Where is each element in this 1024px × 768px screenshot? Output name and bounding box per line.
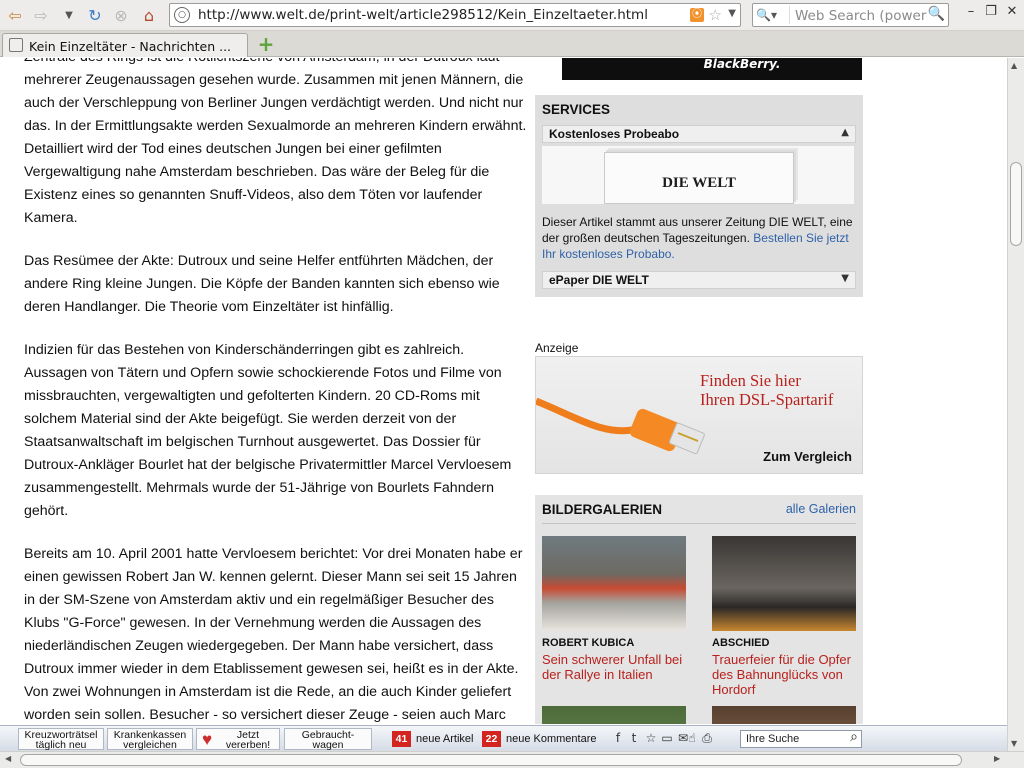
search-placeholder[interactable]: Web Search (powered (795, 8, 927, 24)
gallery-title[interactable]: Sein schwerer Unfall bei der Rallye in I… (542, 652, 687, 682)
newspaper-image[interactable]: DIE WELT (542, 146, 854, 204)
address-bar[interactable]: ○ http://www.welt.de/print-welt/article2… (169, 3, 741, 27)
vertical-scrollbar[interactable]: ▲ ▼ (1007, 58, 1024, 751)
bookmark-icon[interactable]: ▭ (661, 731, 673, 745)
print-icon[interactable]: ⎙ (701, 731, 713, 745)
gallery-item[interactable]: ROBERT KUBICA Sein schwerer Unfall bei d… (542, 536, 687, 682)
accordion-label[interactable]: Kostenloses Probeabo (549, 127, 679, 141)
gallery-kicker: ABSCHIED (712, 637, 770, 649)
dsl-ad-line2: Ihren DSL-Spartarif (700, 390, 834, 409)
gallery-image[interactable] (712, 706, 856, 724)
reload-icon[interactable]: ↻ (84, 5, 106, 25)
url-dropdown-icon[interactable]: ▼ (728, 8, 736, 19)
chevron-down-icon[interactable]: ▼ (841, 273, 849, 284)
accordion-label[interactable]: ePaper DIE WELT (549, 273, 649, 287)
new-articles-count[interactable]: 41 (392, 731, 411, 747)
scroll-up-icon[interactable]: ▲ (1011, 61, 1017, 70)
scroll-down-icon[interactable]: ▼ (1011, 739, 1017, 748)
scroll-left-icon[interactable]: ◀ (5, 754, 11, 763)
gallery-image[interactable] (542, 706, 686, 724)
gallery-heading: BILDERGALERIEN (542, 502, 663, 517)
used-cars-button[interactable]: Gebraucht- wagen (284, 728, 372, 750)
close-icon[interactable]: ✕ (1003, 3, 1021, 21)
gallery-item[interactable]: ABSCHIED Trauerfeier für die Opfer des B… (712, 536, 857, 697)
gallery-item[interactable] (542, 706, 687, 724)
ad-label: Anzeige (535, 341, 579, 355)
scrollbar-thumb[interactable] (20, 754, 962, 766)
button-line: wagen (312, 739, 344, 751)
gallery-kicker: ROBERT KUBICA (542, 637, 635, 649)
tab-title[interactable]: Kein Einzeltäter - Nachrichten ... (29, 39, 231, 54)
rss-feed-icon[interactable]: ⦿ (690, 8, 704, 22)
article-paragraph: Zentrale des Rings ist die Rotlichtszene… (24, 58, 527, 226)
welt-toolbar: Kreuzworträtsel täglich neu Krankenkasse… (0, 725, 1007, 751)
services-box: SERVICES Kostenloses Probeabo ▲ DIE WELT… (535, 95, 863, 297)
button-line: vergleichen (123, 739, 177, 751)
restore-icon[interactable]: ❐ (982, 3, 1000, 21)
newspaper-stack: DIE WELT (604, 152, 794, 204)
tab-strip: Kein Einzeltäter - Nachrichten ... + (0, 31, 1024, 57)
facebook-icon[interactable]: f (612, 731, 624, 745)
new-articles-label[interactable]: neue Artikel (416, 733, 473, 745)
bequeath-button[interactable]: ♥ Jetzt vererben! (196, 728, 280, 750)
button-line: täglich neu (35, 739, 87, 751)
blackberry-logo: BlackBerry. (703, 57, 781, 71)
welt-search-box[interactable]: Ihre Suche ⌕ (740, 729, 862, 748)
gallery-title[interactable]: Trauerfeier für die Opfer des Bahnunglüc… (712, 652, 857, 697)
services-description: Dieser Artikel stammt aus unserer Zeitun… (542, 214, 857, 262)
like-icon[interactable]: ☝ (686, 731, 698, 745)
services-heading: SERVICES (542, 102, 611, 117)
accordion-epaper[interactable]: ePaper DIE WELT ▼ (542, 271, 856, 289)
article-paragraph: Indizien für das Bestehen von Kinderschä… (24, 342, 512, 519)
welt-search-placeholder[interactable]: Ihre Suche (746, 733, 799, 745)
search-icon[interactable]: ⌕ (850, 729, 858, 745)
new-comments-count[interactable]: 22 (482, 731, 501, 747)
dsl-ad-line1: Finden Sie hier (700, 371, 801, 390)
article-paragraph: Bereits am 10. April 2001 hatte Vervloes… (24, 546, 523, 723)
all-galleries-link[interactable]: alle Galerien (786, 502, 856, 516)
gallery-box: BILDERGALERIEN alle Galerien ROBERT KUBI… (535, 495, 863, 724)
dsl-ad-headline: Finden Sie hier Ihren DSL-Spartarif (700, 371, 833, 409)
accordion-probeabo[interactable]: Kostenloses Probeabo ▲ (542, 125, 856, 143)
blackberry-ad[interactable]: BlackBerry. (562, 58, 862, 80)
favorite-star-icon[interactable]: ☆ (645, 731, 657, 745)
new-tab-plus-icon[interactable]: + (257, 34, 275, 54)
article-paragraph: Das Resümee der Akte: Dutroux und seine … (24, 253, 500, 315)
gallery-image[interactable] (542, 536, 686, 631)
url-text[interactable]: http://www.welt.de/print-welt/article298… (198, 7, 648, 23)
horizontal-scrollbar[interactable]: ◀ ▶ (0, 751, 1024, 768)
stop-icon[interactable]: ⊗ (110, 5, 132, 25)
heart-icon: ♥ (202, 730, 213, 749)
article-body: Zentrale des Rings ist die Rotlichtszene… (24, 58, 529, 724)
page-favicon (9, 38, 23, 52)
gallery-item[interactable] (712, 706, 857, 724)
divider (542, 523, 856, 524)
die-welt-logo: DIE WELT (662, 175, 736, 191)
scrollbar-thumb[interactable] (1010, 162, 1022, 246)
forward-arrow-icon[interactable]: ⇨ (30, 5, 52, 25)
search-engine-icon[interactable]: 🔍▾ (756, 6, 790, 24)
scroll-right-icon[interactable]: ▶ (994, 754, 1000, 763)
tab-active[interactable]: Kein Einzeltäter - Nachrichten ... (2, 33, 248, 57)
new-comments-label[interactable]: neue Kommentare (506, 733, 597, 745)
health-insurance-button[interactable]: Krankenkassen vergleichen (107, 728, 193, 750)
crossword-button[interactable]: Kreuzworträtsel täglich neu (18, 728, 104, 750)
chevron-up-icon[interactable]: ▲ (841, 127, 849, 138)
bookmark-star-icon[interactable]: ☆ (709, 6, 722, 24)
gallery-image[interactable] (712, 536, 856, 631)
dsl-ad-cta[interactable]: Zum Vergleich (763, 449, 852, 464)
dsl-ad-banner[interactable]: Finden Sie hier Ihren DSL-Spartarif Zum … (535, 356, 863, 474)
web-search-box[interactable]: 🔍▾ Web Search (powered 🔍 (752, 3, 949, 27)
history-dropdown-icon[interactable]: ▼ (58, 5, 80, 25)
back-arrow-icon[interactable]: ⇦ (4, 5, 26, 25)
home-icon[interactable]: ⌂ (138, 5, 160, 25)
site-identity-icon[interactable]: ○ (174, 7, 190, 23)
browser-toolbar: ⇦ ⇨ ▼ ↻ ⊗ ⌂ ○ http://www.welt.de/print-w… (0, 0, 1024, 31)
twitter-icon[interactable]: t (628, 731, 640, 745)
search-go-icon[interactable]: 🔍 (928, 6, 945, 22)
minimize-icon[interactable]: – (962, 3, 980, 21)
